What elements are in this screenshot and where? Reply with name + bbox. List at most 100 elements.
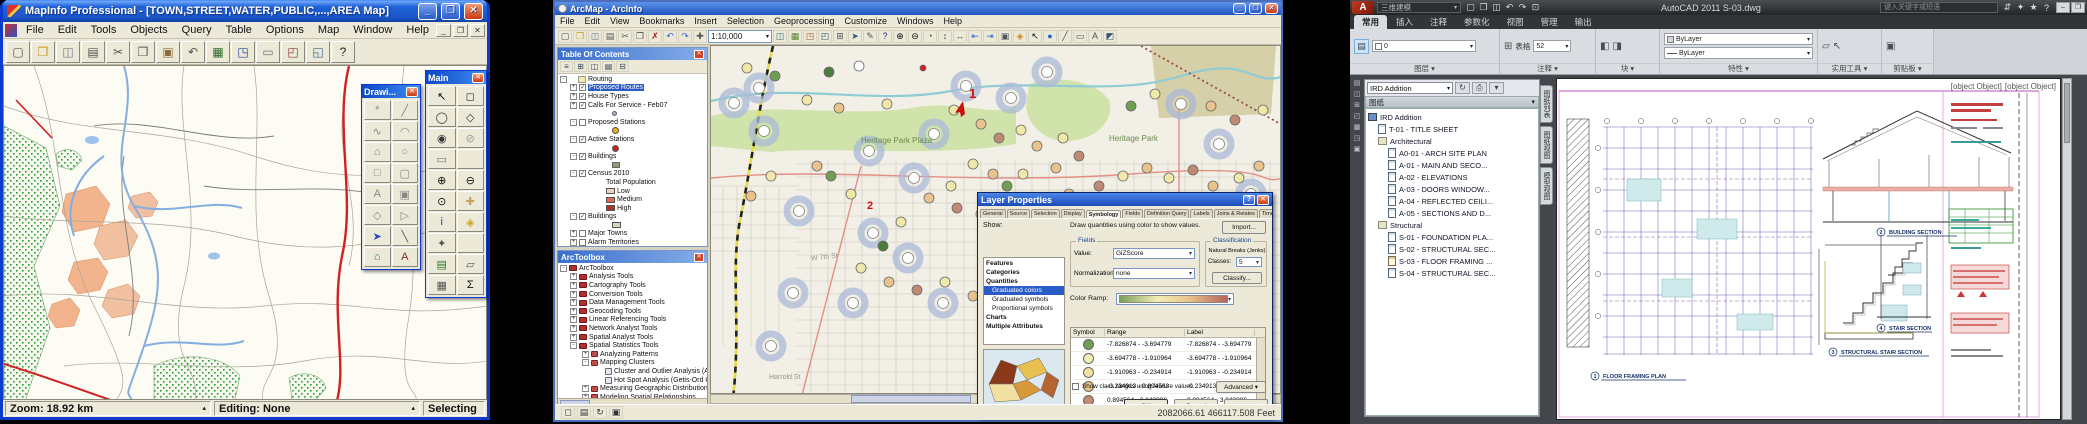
toolbox-label[interactable]: Spatial Analyst Tools	[589, 334, 653, 341]
arctoolbox-item[interactable]: + Cartography Tools	[558, 281, 707, 290]
toolbar-icon[interactable]: ✚	[693, 30, 707, 43]
class-row[interactable]: -1.910963 - -0.234914 -1.910963 - -0.234…	[1071, 366, 1265, 380]
menu-item[interactable]: Edit	[51, 24, 84, 36]
expander-icon[interactable]: -	[570, 342, 577, 349]
layer-label[interactable]: Medium	[617, 196, 642, 203]
table-button-label[interactable]: 表格	[1515, 41, 1530, 52]
toc-layer-row[interactable]	[558, 144, 707, 153]
refresh-button[interactable]: ↻	[593, 406, 607, 419]
sheet-label[interactable]: A-03 - DOORS WINDOW...	[1399, 185, 1490, 194]
ssm-sheets-header[interactable]: 图纸 ▾	[1365, 96, 1539, 108]
ribbon-tab[interactable]: 常用	[1354, 15, 1387, 29]
menu-item[interactable]: Windows	[892, 16, 939, 26]
legend-tool[interactable]: ▦	[428, 275, 456, 295]
rectangle-tool[interactable]: □	[364, 163, 391, 183]
save-icon[interactable]: ◫	[56, 41, 80, 63]
infocenter-icon[interactable]: ★	[2027, 2, 2040, 14]
dialog-tab-symbology[interactable]: Symbology	[1086, 210, 1122, 219]
ssm-refresh-button[interactable]: ↻	[1455, 82, 1470, 94]
insert-block-icon[interactable]: ◧	[1600, 41, 1609, 52]
dialog-tab-selection[interactable]: Selection	[1031, 209, 1060, 218]
toc-layer-row[interactable]	[558, 127, 707, 136]
toc-layer-row[interactable]: Medium	[558, 195, 707, 204]
toolbar-icon[interactable]: ✎	[863, 30, 877, 43]
layer-label[interactable]: Low	[617, 188, 630, 195]
infocenter-icon[interactable]: ⇵	[2001, 2, 2014, 14]
layer-label[interactable]: Calls For Service - Feb07	[588, 102, 667, 109]
layer-label[interactable]: Proposed Stations	[588, 119, 645, 126]
mdi-restore-button[interactable]: ❐	[453, 24, 468, 37]
table-icon[interactable]: ⊞	[1504, 41, 1512, 52]
toolbar-icon[interactable]: ❐	[633, 30, 647, 43]
expander-icon[interactable]: +	[570, 102, 577, 109]
radius-select-tool[interactable]: ◯	[428, 107, 456, 127]
toc-layer-row[interactable]: + Alarm Territories	[558, 238, 707, 246]
show-item[interactable]: Graduated colors	[984, 286, 1064, 295]
help-search-input[interactable]	[1880, 2, 1998, 13]
viewport-control-icon[interactable]: [object Object]	[2005, 82, 2056, 91]
toolbox-label[interactable]: Geocoding Tools	[589, 308, 641, 315]
col-range[interactable]: Range	[1105, 329, 1185, 336]
drawing-toolbar-titlebar[interactable]: Drawi... ✕	[362, 85, 420, 98]
menu-item[interactable]: Tools	[84, 24, 124, 36]
panel-label[interactable]: 图层 ▾	[1350, 63, 1499, 74]
frame-tool[interactable]: ▣	[392, 184, 419, 204]
status-editing[interactable]: Editing: None▴	[214, 401, 420, 416]
expander-icon[interactable]: -	[570, 213, 577, 220]
value-dropdown[interactable]: GiZScore▾	[1113, 248, 1195, 259]
main-toolbar-titlebar[interactable]: Main ✕	[426, 71, 486, 84]
docked-toolbar-icon[interactable]: ▣	[1354, 145, 1361, 153]
toolbox-label[interactable]: Data Management Tools	[589, 299, 665, 306]
menu-item[interactable]: Bookmarks	[634, 16, 689, 26]
infocenter-icon[interactable]: ?	[2040, 2, 2053, 14]
menu-item[interactable]: Insert	[689, 16, 722, 26]
expander-icon[interactable]: +	[570, 316, 577, 323]
toc-header[interactable]: Table Of Contents ✕	[558, 48, 707, 60]
spacer[interactable]	[457, 233, 485, 253]
toolbar-icon[interactable]: ▤	[603, 30, 617, 43]
toolbar-icon[interactable]: ◫	[588, 30, 602, 43]
dialog-tab-general[interactable]: General	[980, 209, 1006, 218]
col-label[interactable]: Label	[1185, 329, 1255, 336]
toc-layer-row[interactable]	[558, 109, 707, 118]
docked-toolbar-icon[interactable]: ◰	[1354, 112, 1361, 120]
toolbar-icon[interactable]: ↖	[1028, 30, 1042, 43]
toolbar-icon[interactable]: ⊞	[833, 30, 847, 43]
layer-properties-button[interactable]: ▤	[1354, 39, 1369, 54]
collapse-icon[interactable]: ▾	[1531, 98, 1535, 106]
sheet-label[interactable]: A-05 - SECTIONS AND D...	[1399, 209, 1491, 218]
toolbar-icon[interactable]: ▣	[998, 30, 1012, 43]
sheet-set-dropdown[interactable]: IRD Addition▾	[1367, 82, 1453, 94]
toolbar-icon[interactable]: ╱	[1058, 30, 1072, 43]
toolbar-icon[interactable]: ↕	[938, 30, 952, 43]
rounded-rectangle-tool[interactable]: ▢	[392, 163, 419, 183]
menu-item[interactable]: Query	[175, 24, 219, 36]
sheet-row[interactable]: A-03 - DOORS WINDOW...	[1366, 183, 1538, 195]
new-mapper-icon[interactable]: ◳	[231, 41, 255, 63]
text-height-dropdown[interactable]: 52▾	[1533, 40, 1571, 52]
expander-icon[interactable]: +	[582, 351, 589, 358]
status-selecting[interactable]: Selecting	[423, 401, 485, 416]
sheet-row[interactable]: A-01 - MAIN AND SECO...	[1366, 159, 1538, 171]
sheet-label[interactable]: A-04 - REFLECTED CEILI...	[1399, 197, 1493, 206]
mdi-close-button[interactable]: ✕	[470, 24, 485, 37]
expander-icon[interactable]: +	[570, 282, 577, 289]
expander-icon[interactable]: -	[560, 76, 567, 83]
layer-checkbox[interactable]	[579, 119, 586, 126]
layer-label[interactable]: High	[617, 205, 631, 212]
sheet-label[interactable]: S-01 - FOUNDATION PLA...	[1399, 233, 1493, 242]
toc-view-icon[interactable]: ◫	[588, 61, 601, 72]
sheet-row[interactable]: Structural	[1366, 219, 1538, 231]
toc-layer-row[interactable]: - Census 2010	[558, 170, 707, 179]
dialog-tab-time[interactable]: Time	[1259, 209, 1272, 218]
layer-label[interactable]: Proposed Routes	[588, 84, 644, 91]
undo-icon[interactable]: ↶	[181, 41, 205, 63]
show-item[interactable]: Features	[984, 259, 1064, 268]
menu-item[interactable]: Objects	[123, 24, 174, 36]
ribbon-tab[interactable]: 注释	[1422, 15, 1455, 29]
panel-label[interactable]: 注释 ▾	[1500, 63, 1595, 74]
maximize-button[interactable]: ❐	[1249, 3, 1262, 14]
sheet-row[interactable]: T-01 - TITLE SHEET	[1366, 123, 1538, 135]
expander-icon[interactable]: -	[560, 265, 567, 272]
ribbon-tab[interactable]: 输出	[1567, 15, 1600, 29]
